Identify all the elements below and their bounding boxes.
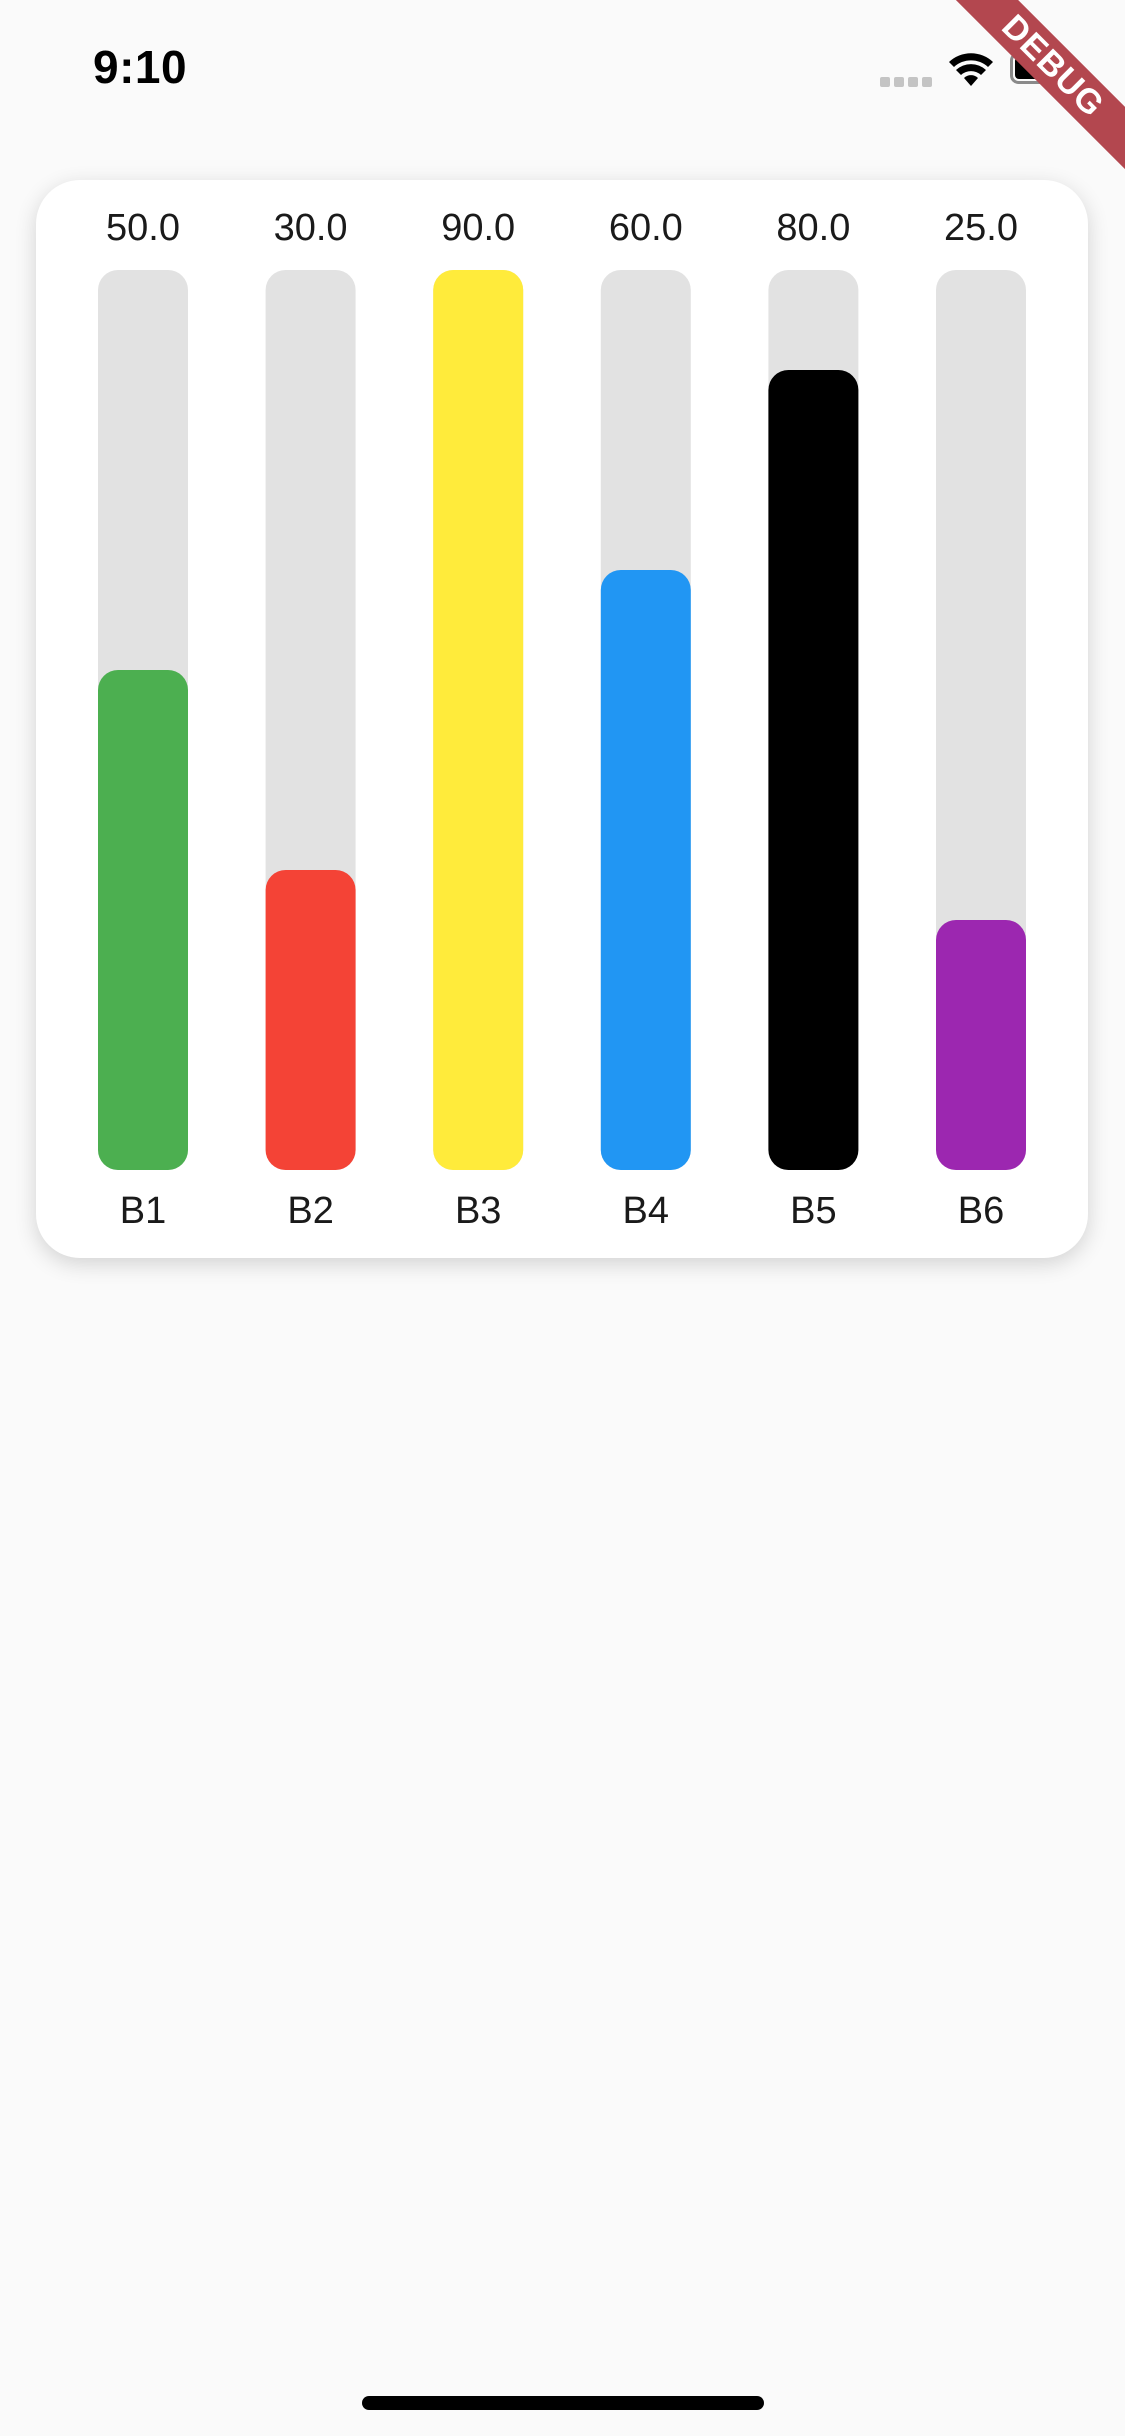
bar-group-b3: 90.0 B3: [433, 207, 524, 1232]
category-label: B5: [790, 1190, 836, 1232]
screen: 9:10 DEBUG 50.0 B1 30.0 B2 90.0 B3 60.0 B4 80.0 B…: [0, 0, 1125, 2436]
bar-value-label: 30.0: [274, 207, 348, 249]
bar-group-b2: 30.0 B2: [265, 207, 356, 1232]
bar: [768, 370, 859, 1170]
bar-group-b4: 60.0 B4: [600, 207, 691, 1232]
category-label: B4: [623, 1190, 669, 1232]
bar-group-b5: 80.0 B5: [768, 207, 859, 1232]
category-label: B3: [455, 1190, 501, 1232]
category-label: B2: [287, 1190, 333, 1232]
debug-ribbon: DEBUG: [955, 0, 1125, 170]
bar: [265, 870, 356, 1170]
bar-value-label: 60.0: [609, 207, 683, 249]
bar-value-label: 50.0: [106, 207, 180, 249]
status-time: 9:10: [93, 41, 188, 93]
category-label: B1: [120, 1190, 166, 1232]
signal-icon: [880, 74, 936, 87]
bar-chart: 50.0 B1 30.0 B2 90.0 B3 60.0 B4 80.0 B5 25.0 B6: [98, 207, 1026, 1232]
home-indicator[interactable]: [362, 2396, 764, 2410]
debug-ribbon-label: DEBUG: [955, 0, 1125, 170]
bar-group-b1: 50.0 B1: [98, 207, 188, 1232]
bar-value-label: 90.0: [441, 207, 515, 249]
bar: [936, 920, 1026, 1170]
bar-value-label: 25.0: [944, 207, 1018, 249]
bar-group-b6: 25.0 B6: [936, 207, 1026, 1232]
bar: [433, 270, 524, 1170]
bar-value-label: 80.0: [776, 207, 850, 249]
bar: [600, 570, 691, 1170]
category-label: B6: [958, 1190, 1004, 1232]
chart-card: 50.0 B1 30.0 B2 90.0 B3 60.0 B4 80.0 B5 25.0 B6: [36, 180, 1088, 1258]
bar: [98, 670, 188, 1170]
